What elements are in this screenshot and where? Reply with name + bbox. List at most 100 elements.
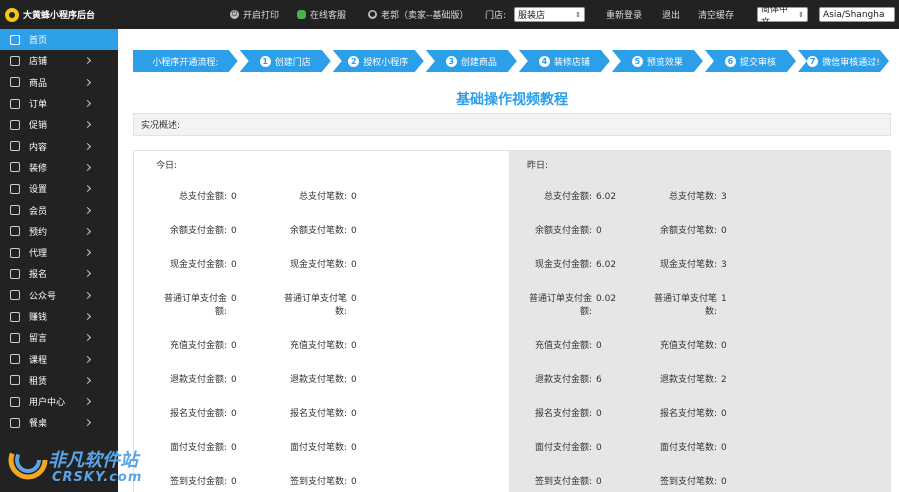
clear-cache-link[interactable]: 清空缓存	[698, 8, 734, 21]
sidebar-item-14[interactable]: 留言	[0, 327, 118, 348]
stat-value: 0	[231, 375, 237, 385]
sidebar-item-label: 首页	[29, 36, 48, 47]
chevron-right-icon	[83, 142, 92, 150]
print-toggle[interactable]: ⏻ 开启打印	[230, 8, 279, 21]
menu-item-icon	[10, 417, 20, 428]
sidebar-item-3[interactable]: 订单	[0, 93, 118, 114]
logout-link[interactable]: 退出	[662, 8, 680, 21]
stat-label: 现金支付笔数:	[289, 260, 347, 270]
step-2[interactable]: 2 授权小程序	[333, 50, 424, 72]
sidebar-item-8[interactable]: 会员	[0, 199, 118, 220]
store-select[interactable]: 服装店 ⇕	[514, 7, 585, 22]
relogin-link[interactable]: 重新登录	[606, 8, 642, 21]
stat-value: 0	[351, 260, 357, 270]
sidebar-item-label: 店铺	[29, 57, 48, 68]
sidebar-item-label: 报名	[29, 270, 48, 281]
app-logo[interactable]: 大黄蜂小程序后台	[0, 7, 118, 22]
stat-label: 充值支付金额:	[534, 341, 592, 351]
step-1[interactable]: 1 创建门店	[240, 50, 331, 72]
sidebar-item-12[interactable]: 公众号	[0, 285, 118, 306]
stat-label: 签到支付笔数:	[659, 477, 717, 487]
sidebar-item-11[interactable]: 报名	[0, 263, 118, 284]
sidebar-item-6[interactable]: 装修	[0, 157, 118, 178]
language-select[interactable]: 简体中文 ⇕	[757, 5, 808, 28]
menu-item-icon	[10, 375, 20, 386]
timezone-select[interactable]: Asia/Shangha	[819, 7, 895, 22]
watermark-logo-icon	[8, 440, 48, 480]
stat-label: 充值支付笔数:	[289, 341, 347, 351]
stat-value: 1	[721, 294, 727, 304]
sidebar-item-2[interactable]: 商品	[0, 72, 118, 93]
menu-item-icon	[10, 354, 20, 365]
sidebar-item-18[interactable]: 餐桌	[0, 412, 118, 433]
stat-label: 现金支付笔数:	[659, 260, 717, 270]
stat-value: 0	[351, 375, 357, 385]
menu-item-icon	[10, 119, 20, 130]
step-3[interactable]: 3 创建商品	[426, 50, 517, 72]
stat-value: 0	[596, 477, 602, 487]
chevron-right-icon	[83, 334, 92, 342]
user-icon: ●	[368, 10, 377, 19]
stat-value: 3	[721, 192, 727, 202]
sidebar-item-label: 课程	[29, 355, 48, 366]
stat-label: 余额支付笔数:	[659, 226, 717, 236]
stat-value: 0	[596, 443, 602, 453]
sidebar-item-label: 代理	[29, 249, 48, 260]
sidebar-item-17[interactable]: 用户中心	[0, 391, 118, 412]
app-title: 大黄蜂小程序后台	[23, 11, 96, 21]
sidebar-item-9[interactable]: 预约	[0, 221, 118, 242]
sidebar-item-1[interactable]: 店铺	[0, 50, 118, 71]
stat-value: 0	[231, 260, 237, 270]
menu-item-icon	[10, 205, 20, 216]
sidebar-item-label: 用户中心	[29, 398, 66, 409]
chevron-right-icon	[83, 227, 92, 235]
step-number-icon: 4	[539, 56, 550, 67]
video-tutorial-title[interactable]: 基础操作视频教程	[133, 89, 891, 109]
stat-value: 0	[231, 477, 237, 487]
menu-item-icon	[10, 247, 20, 258]
stat-value: 6.02	[596, 260, 617, 270]
step-label: 提交审核	[739, 57, 776, 68]
step-number-icon: 1	[260, 56, 271, 67]
sidebar-item-4[interactable]: 促销	[0, 114, 118, 135]
sidebar-item-0[interactable]: 首页	[0, 29, 118, 51]
stat-value: 0	[351, 443, 357, 453]
stat-label: 现金支付金额:	[169, 260, 227, 270]
stat-value: 6	[596, 375, 602, 385]
sidebar-item-7[interactable]: 设置	[0, 178, 118, 199]
user-menu[interactable]: ● 老郭（卖家--基础版）	[368, 8, 469, 21]
home-icon	[10, 34, 20, 45]
step-number-icon: 3	[446, 56, 457, 67]
menu-item-icon	[10, 141, 20, 152]
sidebar-item-16[interactable]: 租赁	[0, 370, 118, 391]
sidebar-item-13[interactable]: 赚钱	[0, 306, 118, 327]
sidebar-item-5[interactable]: 内容	[0, 135, 118, 156]
stat-label: 退款支付笔数:	[659, 375, 717, 385]
sidebar-item-label: 内容	[29, 142, 48, 153]
menu-item-icon	[10, 162, 20, 173]
sidebar-item-10[interactable]: 代理	[0, 242, 118, 263]
online-service-link[interactable]: 在线客服	[297, 8, 346, 21]
stat-label: 退款支付金额:	[534, 375, 592, 385]
sidebar-item-label: 商品	[29, 78, 48, 89]
sidebar-item-15[interactable]: 课程	[0, 348, 118, 369]
wechat-icon	[297, 10, 306, 19]
sidebar-item-label: 设置	[29, 185, 48, 196]
step-label: 装修店铺	[553, 57, 590, 68]
step-label: 授权小程序	[363, 57, 409, 68]
step-4[interactable]: 4 装修店铺	[519, 50, 610, 72]
stat-label: 退款支付金额:	[169, 375, 227, 385]
stat-label: 报名支付金额:	[534, 409, 592, 419]
step-5[interactable]: 5 预览效果	[612, 50, 703, 72]
menu-item-icon	[10, 268, 20, 279]
chevron-right-icon	[83, 206, 92, 214]
sidebar-item-label: 餐桌	[29, 419, 48, 430]
setup-steps: 小程序开通流程: 1 创建门店 2 授权小程序 3 创建商品 4 装修店铺 5 预览效果 6 提交审核…	[133, 50, 891, 72]
chevron-right-icon	[83, 270, 92, 278]
sidebar: 首页店铺商品订单促销内容装修设置会员 预约代理报名公众号 赚钱 留言课程租赁用户中心餐…	[0, 29, 118, 492]
sidebar-item-label: 促销	[29, 121, 48, 132]
stat-value: 0	[351, 409, 357, 419]
step-6[interactable]: 6 提交审核	[705, 50, 796, 72]
chevron-right-icon	[83, 185, 92, 193]
step-7[interactable]: 7 微信审核通过!	[798, 50, 889, 72]
